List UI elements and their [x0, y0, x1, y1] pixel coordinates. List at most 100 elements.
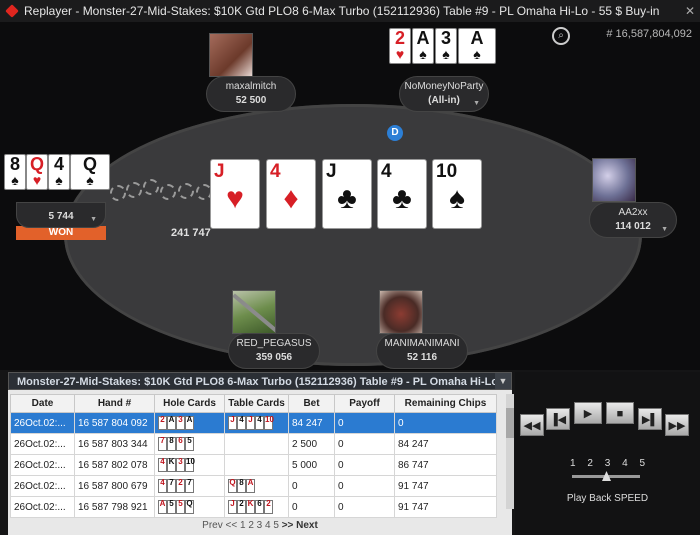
player-plate-red-pegasus[interactable]: RED_PEGASUS 359 056	[228, 333, 320, 369]
mini-card: A	[158, 500, 167, 514]
next-link[interactable]: >> Next	[282, 520, 318, 531]
cell-table-cards	[224, 433, 289, 455]
app-logo-icon	[5, 4, 19, 18]
hole-card: 3 ♠	[435, 28, 457, 64]
mini-card: 10	[185, 458, 195, 472]
col-date[interactable]: Date	[10, 394, 75, 413]
mini-card: 6	[255, 500, 264, 514]
hole-card: A ♠	[458, 28, 496, 64]
dropdown-arrow-icon[interactable]: ▼	[495, 373, 511, 389]
cell-table-cards: Q8A	[224, 475, 289, 497]
player-plate-hero[interactable]: 5 744 ▼	[16, 202, 106, 228]
title-bar: Replayer - Monster-27-Mid-Stakes: $10K G…	[0, 0, 700, 22]
speed-label: Play Back SPEED	[566, 493, 649, 504]
cell-payoff: 0	[334, 433, 395, 455]
close-button[interactable]: ✕	[680, 4, 700, 18]
mini-card: K	[246, 500, 255, 514]
player-plate-maxalmitch[interactable]: maxalmitch 52 500	[206, 76, 296, 112]
zoom-icon[interactable]: ⌕	[552, 27, 570, 45]
mini-card: 2	[237, 500, 246, 514]
hole-card: 2 ♥	[389, 28, 411, 64]
cell-hole-cards: 4727	[154, 475, 225, 497]
cell-remaining: 91 747	[394, 496, 497, 518]
table-row[interactable]: 26Oct.02:... 16 587 802 078 4 K 3 10 5 000 0 86 …	[10, 454, 497, 476]
chip-icon	[143, 179, 159, 195]
mini-card: 4	[158, 458, 167, 472]
col-table-cards[interactable]: Table Cards	[224, 394, 289, 413]
table-row[interactable]: 26Oct.02:... 16 587 800 679 4 7 2 7 Q 8 A 0 0 91 74…	[10, 475, 497, 497]
cell-hand: 16 587 804 092	[74, 412, 155, 434]
col-hole-cards[interactable]: Hole Cards	[154, 394, 225, 413]
player-stack: 359 056	[255, 352, 293, 363]
window-title: Replayer - Monster-27-Mid-Stakes: $10K G…	[24, 4, 660, 18]
cell-bet: 2 500	[288, 433, 335, 455]
player-avatar[interactable]	[209, 33, 253, 77]
mini-card: 5	[185, 437, 194, 451]
fast-forward-button[interactable]: ▶▶	[665, 414, 689, 436]
scroll-thumb[interactable]	[506, 408, 514, 438]
history-title: Monster-27-Mid-Stakes: $10K Gtd PLO8 6-M…	[8, 372, 512, 390]
cell-hand: 16 587 802 078	[74, 454, 155, 476]
history-scrollbar[interactable]	[506, 394, 514, 509]
col-bet[interactable]: Bet	[288, 394, 335, 413]
mini-card: 4	[158, 479, 167, 493]
table-row[interactable]: 26Oct.02:... 16 587 798 921 A 5 5 Q J 2 K 6 2 0 0 91 …	[10, 496, 497, 518]
player-name: MANIMANIMANI	[384, 338, 460, 349]
player-plate-nomoneynoparty[interactable]: NoMoneyNoParty (All-in) ▼	[399, 76, 489, 112]
cell-hole-cards: A55Q	[154, 496, 225, 518]
cell-remaining: 91 747	[394, 475, 497, 497]
mini-card: K	[167, 458, 176, 472]
page-links[interactable]: 1 2 3 4 5	[240, 520, 279, 531]
chevron-down-icon: ▼	[661, 226, 668, 233]
hand-history-panel: Monster-27-Mid-Stakes: $10K Gtd PLO8 6-M…	[8, 372, 514, 535]
hole-card: Q ♠	[70, 154, 110, 190]
board-card: 4 ♦	[266, 159, 316, 229]
player-plate-aa2xx[interactable]: AA2xx 114 012 ▼	[589, 202, 677, 238]
cell-payoff: 0	[334, 496, 395, 518]
player-plate-manimanimani[interactable]: MANIMANIMANI 52 116	[376, 333, 468, 369]
player-avatar[interactable]	[232, 290, 276, 334]
mini-card: J	[228, 416, 237, 430]
player-name: AA2xx	[618, 207, 648, 218]
mini-card: A	[185, 416, 194, 430]
cell-table-cards: J 4 J 4 10	[224, 412, 289, 434]
cell-date: 26Oct.02:...	[10, 475, 75, 497]
mini-card: 2	[176, 479, 185, 493]
chevron-down-icon: ▼	[473, 100, 480, 107]
sitout-strike-icon	[233, 293, 275, 333]
player-stack: 52 500	[235, 95, 267, 106]
col-hand[interactable]: Hand #	[74, 394, 155, 413]
col-payoff[interactable]: Payoff	[334, 394, 395, 413]
mini-card: 5	[176, 500, 185, 514]
pager: Prev << 1 2 3 4 5 >> Next	[8, 520, 512, 531]
playback-controls: ◀◀ ▐◀ ▶ ■ ▶▌ ▶▶ 1 2 3 4 5 Play Back SPEE…	[515, 372, 700, 535]
board-card: 4 ♣	[377, 159, 427, 229]
table-felt	[64, 104, 642, 366]
speed-ticks: 1 2 3 4 5	[570, 458, 645, 469]
player-stack: 52 116	[406, 352, 438, 363]
player-avatar[interactable]	[592, 158, 636, 202]
board-card: J ♣	[322, 159, 372, 229]
hole-card: 8 ♠	[4, 154, 26, 190]
prev-link[interactable]: Prev <<	[202, 520, 237, 531]
cell-bet: 0	[288, 475, 335, 497]
mini-card: 4	[255, 416, 264, 430]
cell-remaining: 86 747	[394, 454, 497, 476]
mini-card: 7	[167, 479, 176, 493]
player-avatar[interactable]	[379, 290, 423, 334]
cell-payoff: 0	[334, 454, 395, 476]
rewind-button[interactable]: ◀◀	[520, 414, 544, 436]
cell-date: 26Oct.02:...	[10, 454, 75, 476]
cell-date: 26Oct.02:...	[10, 496, 75, 518]
cell-table-cards: J2K62	[224, 496, 289, 518]
chip-icon	[160, 184, 176, 200]
table-row[interactable]: 26Oct.02:... 16 587 803 344 7 8 6 5 2 500 0 84 2…	[10, 433, 497, 455]
col-remaining[interactable]: Remaining Chips	[394, 394, 497, 413]
step-back-button[interactable]: ▐◀	[546, 408, 570, 430]
play-button[interactable]: ▶	[574, 402, 602, 424]
mini-card: 3	[176, 458, 185, 472]
stop-button[interactable]: ■	[606, 402, 634, 424]
table-row[interactable]: 26Oct.02:... 16 587 804 092 2 A 3 A J 4 J 4 10 84 2…	[10, 412, 497, 434]
step-forward-button[interactable]: ▶▌	[638, 408, 662, 430]
mini-card: 2	[158, 416, 167, 430]
